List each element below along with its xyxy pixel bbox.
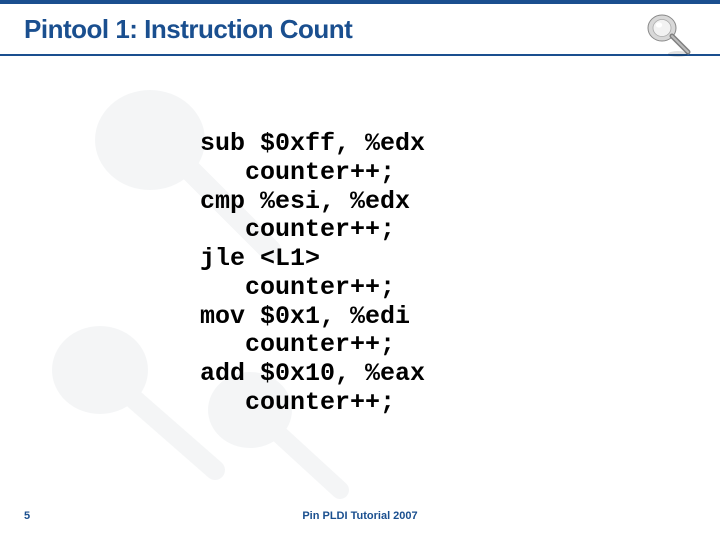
code-listing: sub $0xff, %edx counter++; cmp %esi, %ed…	[200, 130, 425, 418]
code-line: counter++;	[200, 158, 395, 187]
code-line: counter++;	[200, 273, 395, 302]
code-line: sub $0xff, %edx	[200, 129, 425, 158]
code-line: counter++;	[200, 215, 395, 244]
code-line: add $0x10, %eax	[200, 359, 425, 388]
code-line: cmp %esi, %edx	[200, 187, 410, 216]
footer-text: Pin PLDI Tutorial 2007	[0, 510, 720, 522]
slide-title: Pintool 1: Instruction Count	[24, 14, 696, 45]
title-bar: Pintool 1: Instruction Count	[0, 0, 720, 56]
pushpin-icon	[642, 6, 698, 62]
code-line: counter++;	[200, 388, 395, 417]
code-line: mov $0x1, %edi	[200, 302, 410, 331]
code-line: jle <L1>	[200, 244, 320, 273]
code-line: counter++;	[200, 330, 395, 359]
